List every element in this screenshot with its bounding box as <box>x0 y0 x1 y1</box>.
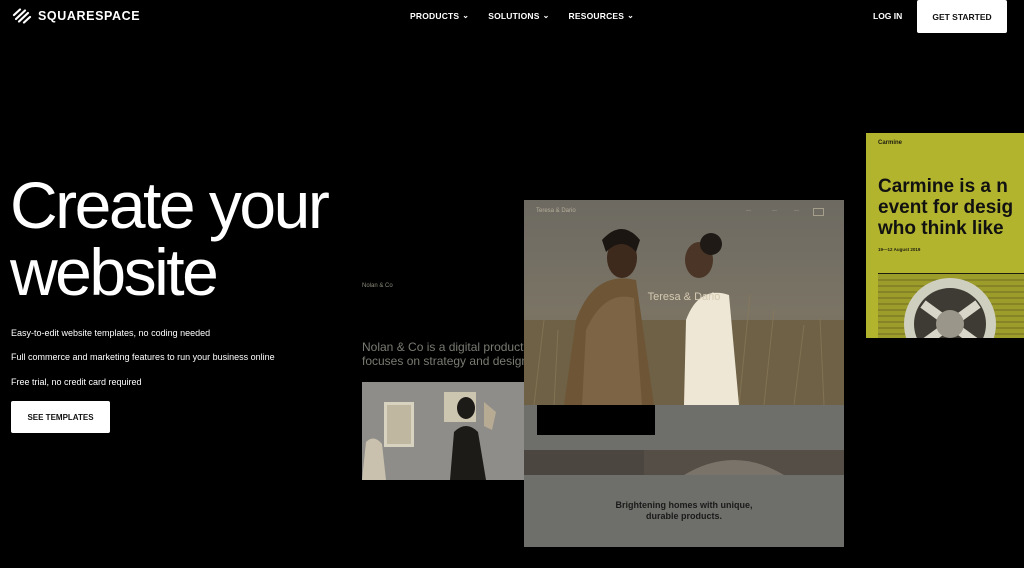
nav-products[interactable]: PRODUCTS ⌄ <box>410 10 470 22</box>
carmine-artwork <box>878 274 1024 338</box>
login-link[interactable]: LOG IN <box>873 11 902 21</box>
squarespace-logo-icon <box>12 8 32 24</box>
chevron-down-icon: ⌄ <box>542 10 550 20</box>
hero-title: Create your website <box>10 172 370 306</box>
carmine-event-date: 19—12 August 2019 <box>878 247 921 252</box>
teresa-interior-photo <box>524 450 844 475</box>
template-preview-carmine[interactable]: Carmine Carmine is a n event for desig w… <box>866 133 1024 338</box>
nav-resources[interactable]: RESOURCES ⌄ <box>568 10 635 22</box>
carmine-headline: Carmine is a n event for desig who think… <box>878 176 1024 239</box>
main-nav: PRODUCTS ⌄ SOLUTIONS ⌄ RESOURCES ⌄ <box>410 10 635 22</box>
carmine-site-name: Carmine <box>878 140 903 146</box>
teresa-site-name: Teresa & Dario <box>536 208 576 214</box>
carmine-headline-line3: who think like <box>878 218 1004 239</box>
feature-text-1: Easy-to-edit website templates, no codin… <box>11 328 211 338</box>
teresa-mini-nav-item: — <box>772 208 777 214</box>
get-started-button[interactable]: GET STARTED <box>917 0 1007 33</box>
teresa-mini-button <box>813 208 825 216</box>
template-preview-teresa[interactable]: Teresa & Dario — — — Teresa & Dario Brig… <box>524 200 844 547</box>
chevron-down-icon: ⌄ <box>462 10 470 20</box>
hero-title-line1: Create your <box>10 168 330 242</box>
chevron-down-icon: ⌄ <box>627 10 635 20</box>
site-header: SQUARESPACE PRODUCTS ⌄ SOLUTIONS ⌄ RESOU… <box>0 0 1024 34</box>
nolan-description-line2: focuses on strategy and design. <box>362 354 527 368</box>
squarespace-logo[interactable]: SQUARESPACE <box>12 8 140 24</box>
nav-products-label: PRODUCTS <box>410 11 460 21</box>
hero-title-line2: website <box>10 235 219 309</box>
teresa-tagline-line2: durable products. <box>645 511 722 521</box>
teresa-hero-title: Teresa & Dario <box>647 291 721 303</box>
teresa-mini-nav-item: — <box>794 208 799 214</box>
see-templates-button[interactable]: SEE TEMPLATES <box>11 401 110 433</box>
nolan-description: Nolan & Co is a digital product a focuse… <box>362 340 527 368</box>
template-preview-nolan[interactable]: Nolan & Co Nolan & Co is a digital produ… <box>362 280 532 480</box>
carmine-headline-line1: Carmine is a n <box>878 176 1008 197</box>
nolan-photo <box>362 382 524 480</box>
nolan-description-line1: Nolan & Co is a digital product a <box>362 340 527 354</box>
teresa-tagline-line1: Brightening homes with unique, <box>615 500 753 510</box>
nav-solutions[interactable]: SOLUTIONS ⌄ <box>488 10 550 22</box>
feature-text-2: Full commerce and marketing features to … <box>11 352 275 362</box>
teresa-tagline: Brightening homes with unique, durable p… <box>524 500 844 522</box>
teresa-dark-block <box>537 405 655 435</box>
carmine-headline-line2: event for desig <box>878 197 1014 218</box>
teresa-mini-nav-item: — <box>746 208 751 214</box>
brand-name: SQUARESPACE <box>38 9 141 23</box>
feature-text-3: Free trial, no credit card required <box>11 377 142 387</box>
nav-resources-label: RESOURCES <box>568 11 625 21</box>
nav-solutions-label: SOLUTIONS <box>488 11 540 21</box>
nolan-site-name: Nolan & Co <box>362 283 393 289</box>
